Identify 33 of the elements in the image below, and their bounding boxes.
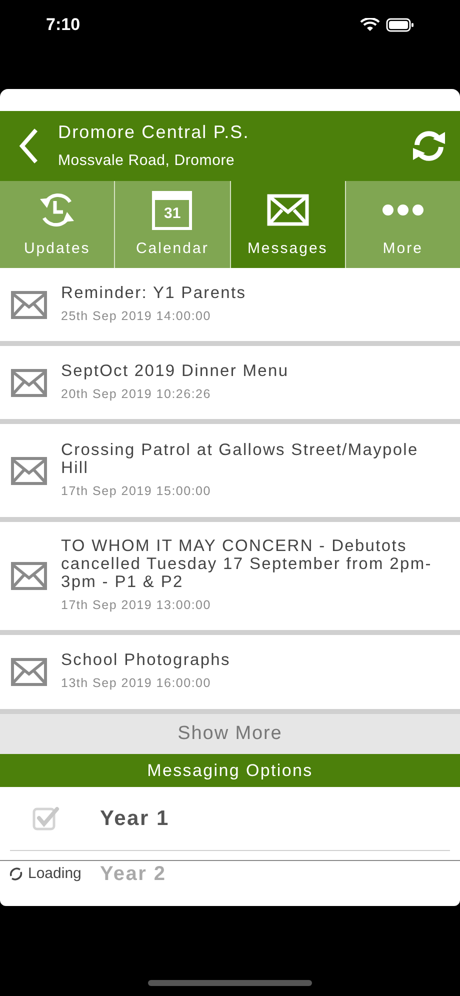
envelope-icon	[11, 456, 47, 484]
calendar-day: 31	[164, 206, 181, 221]
tab[interactable]: Messages	[230, 181, 345, 268]
option-label: Year 2	[100, 862, 166, 886]
battery-icon	[386, 18, 414, 32]
show-more-button[interactable]: Show More	[0, 714, 460, 754]
spinner-icon	[8, 866, 24, 882]
envelope-icon	[11, 368, 47, 396]
message-title: TO WHOM IT MAY CONCERN - Debutots cancelled Tuesday 17 September from 2pm-3pm - P1 & P2	[61, 537, 433, 592]
envelope-icon	[11, 562, 47, 590]
message-title: School Photographs	[61, 651, 232, 670]
message-date: 13th Sep 2019 16:00:00	[61, 675, 212, 692]
status-time: 7:10	[46, 14, 80, 36]
message-date: 25th Sep 2019 14:00:00	[61, 308, 212, 325]
more-icon	[382, 204, 424, 216]
back-icon	[19, 128, 39, 164]
checkbox[interactable]	[32, 804, 60, 832]
school-name: Dromore Central P.S.	[58, 121, 250, 144]
message-date: 20th Sep 2019 10:26:26	[61, 386, 212, 403]
envelope-icon	[266, 194, 309, 226]
option-label: Year 1	[100, 806, 170, 832]
loading-label: Loading	[28, 864, 82, 884]
message-title: Reminder: Y1 Parents	[61, 284, 248, 302]
wifi-icon	[360, 18, 380, 32]
option-row[interactable]: Year 1	[10, 787, 450, 851]
message-date: 17th Sep 2019 15:00:00	[61, 482, 212, 500]
envelope-icon	[11, 658, 47, 686]
envelope-icon	[11, 290, 47, 318]
message-title: Crossing Patrol at Gallows Street/Maypole Hill	[61, 440, 420, 477]
section-title: Messaging Options	[147, 760, 313, 782]
message-date: 17th Sep 2019 13:00:00	[61, 597, 212, 614]
school-address: Mossvale Road, Dromore	[58, 151, 236, 172]
message-title: SeptOct 2019 Dinner Menu	[61, 362, 290, 380]
